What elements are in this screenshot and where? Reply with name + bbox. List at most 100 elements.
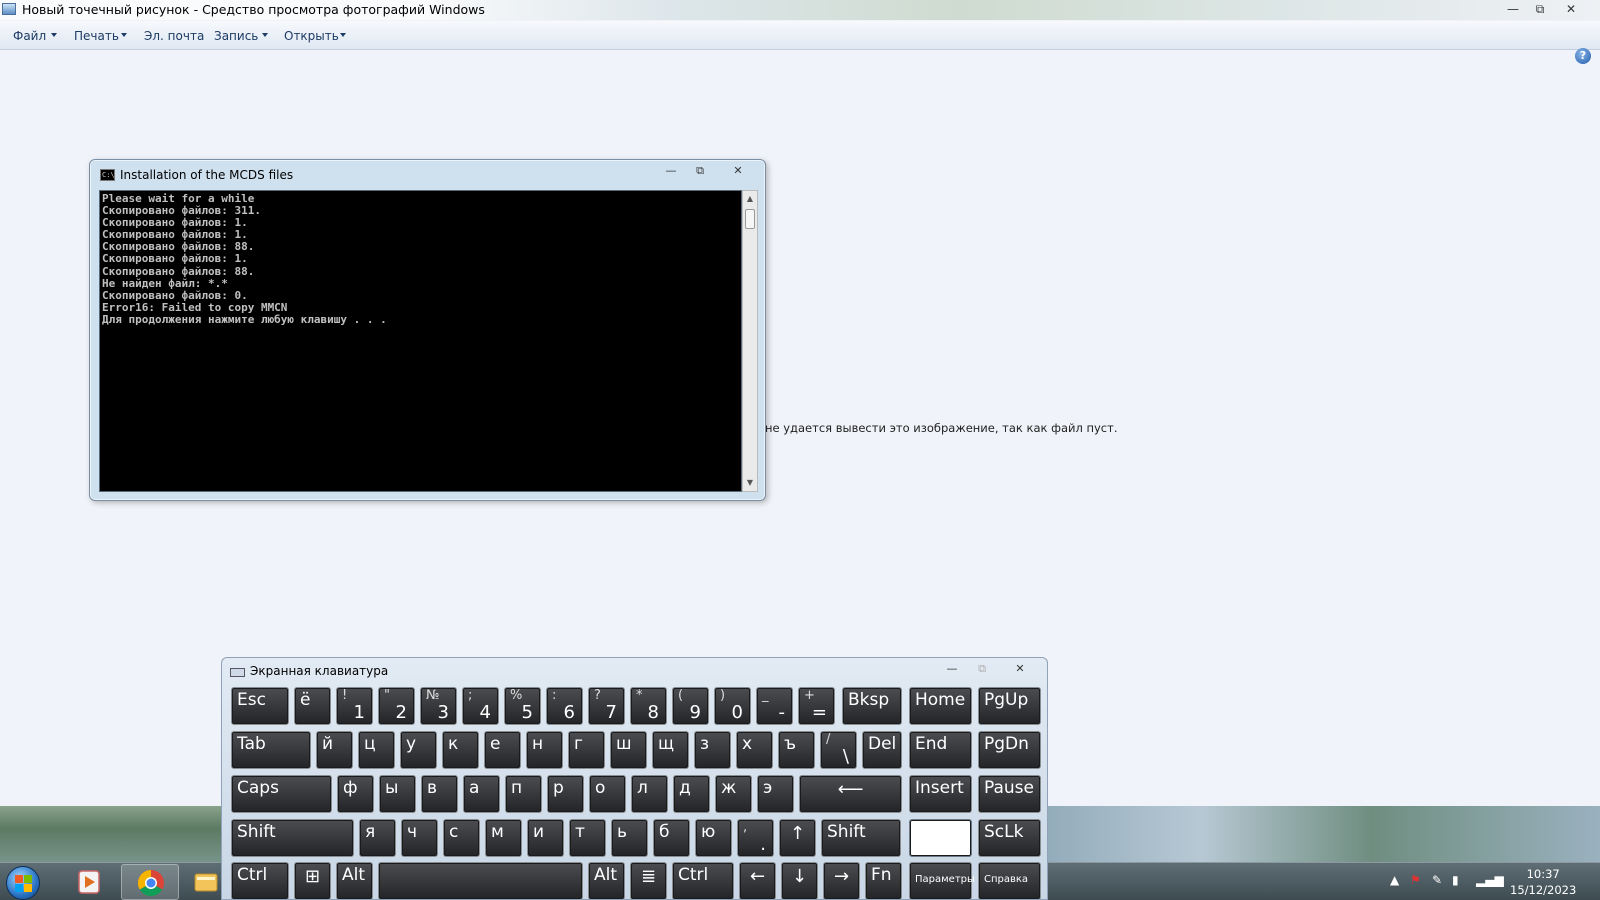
key-3[interactable]: № 3 [420,687,457,725]
chevron-down-icon[interactable] [262,33,268,37]
arrow-up-key[interactable]: ↑ [779,819,816,857]
start-icon[interactable] [6,866,40,900]
arrow-right-key[interactable]: → [823,862,860,899]
key-ь[interactable]: ь [611,819,648,857]
key-м[interactable]: м [485,819,522,857]
tab-key[interactable]: Tab [231,731,311,769]
key-ф[interactable]: ф [337,775,374,813]
key-ч[interactable]: ч [401,819,438,857]
caps-key[interactable]: Caps [231,775,332,813]
space-key[interactable] [378,862,583,899]
close-button[interactable]: ✕ [1556,0,1586,18]
network-pen-icon[interactable]: ✎ [1432,873,1442,887]
key-.[interactable]: ,. [737,819,774,857]
alt-key[interactable]: Alt [588,862,625,899]
key-з[interactable]: з [694,731,731,769]
key-у[interactable]: у [400,731,437,769]
key-0[interactable]: ) 0 [714,687,751,725]
console-output[interactable]: Please wait for a while Скопировано файл… [99,190,742,492]
key-п[interactable]: п [505,775,542,813]
key-е[interactable]: е [484,731,521,769]
scroll-up-icon[interactable]: ▲ [743,191,757,207]
minimize-button[interactable]: — [1500,0,1526,18]
fn-key[interactable]: Fn [865,862,902,899]
key-о[interactable]: о [589,775,626,813]
help-key[interactable]: Справка [978,862,1041,899]
insert-key[interactable]: Insert [909,775,972,813]
flag-icon[interactable]: ⚑ [1410,873,1421,887]
menu-burn[interactable]: Запись [214,29,258,43]
console-minimize-button[interactable]: — [657,162,685,180]
scroll-thumb[interactable] [745,209,755,229]
scroll-down-icon[interactable]: ▼ [743,475,757,491]
home-key[interactable]: Home [909,687,972,725]
chevron-down-icon[interactable] [340,33,346,37]
key-к[interactable]: к [442,731,479,769]
key-ы[interactable]: ы [379,775,416,813]
scroll-lock-key[interactable]: ScLk [978,819,1041,857]
key-4[interactable]: ; 4 [462,687,499,725]
key-9[interactable]: (9 [672,687,709,725]
ctrl-key[interactable]: Ctrl [672,862,734,899]
signal-icon[interactable]: ▂▄▆ [1476,873,1504,887]
key-2[interactable]: " 2 [378,687,415,725]
menu-email[interactable]: Эл. почта [144,29,204,43]
power-icon[interactable]: ▮ [1452,873,1459,887]
menu-file[interactable]: Файл [13,29,46,43]
key-й[interactable]: й [316,731,353,769]
windows-key[interactable]: ⊞ [294,862,331,899]
key-л[interactable]: л [631,775,668,813]
key-1[interactable]: ! 1 [336,687,373,725]
key-с[interactable]: с [443,819,480,857]
options-key[interactable]: Параметры [909,862,975,899]
osk-restore-button[interactable]: ⧉ [968,660,996,678]
key-ж[interactable]: ж [715,775,752,813]
key-б[interactable]: б [653,819,690,857]
arrow-left-key[interactable]: ← [739,862,776,899]
media-player-icon[interactable] [66,864,112,900]
key-8[interactable]: * 8 [630,687,667,725]
restore-button[interactable]: ⧉ [1527,0,1553,18]
key-т[interactable]: т [569,819,606,857]
key-ъ[interactable]: ъ [778,731,815,769]
shift-key[interactable]: Shift [821,819,901,857]
chevron-down-icon[interactable] [51,33,57,37]
key-х[interactable]: х [736,731,773,769]
shift-key[interactable]: Shift [231,819,354,857]
help-icon[interactable]: ? [1575,48,1591,64]
key-ш[interactable]: ш [610,731,647,769]
key-э[interactable]: э [757,775,794,813]
key-а[interactable]: а [463,775,500,813]
esc-key[interactable]: Esc [231,687,289,725]
arrow-down-key[interactable]: ↓ [781,862,818,899]
tray-overflow-icon[interactable]: ▲ [1390,873,1399,887]
osk-minimize-button[interactable]: — [938,660,966,678]
key-и[interactable]: и [527,819,564,857]
key-в[interactable]: в [421,775,458,813]
enter-key[interactable]: ⟵ [799,775,902,813]
chrome-icon[interactable] [121,864,179,900]
key-н[interactable]: н [526,731,563,769]
menu-key[interactable]: ≣ [630,862,667,899]
key-6[interactable]: :6 [546,687,583,725]
key-7[interactable]: ? 7 [588,687,625,725]
osk-close-button[interactable]: ✕ [1002,660,1038,678]
pgdn-key[interactable]: PgDn [978,731,1041,769]
key-ю[interactable]: ю [695,819,732,857]
ctrl-key[interactable]: Ctrl [231,862,289,899]
console-close-button[interactable]: ✕ [720,162,756,180]
console-window[interactable]: C:\ Installation of the MCDS files — ⧉ ✕… [89,159,766,501]
pgup-key[interactable]: PgUp [978,687,1041,725]
key--[interactable]: _ - [756,687,793,725]
menu-print[interactable]: Печать [74,29,119,43]
key-ё[interactable]: ё [294,687,331,725]
key-щ[interactable]: щ [652,731,689,769]
key-=[interactable]: + = [798,687,835,725]
end-key[interactable]: End [909,731,972,769]
chevron-down-icon[interactable] [121,33,127,37]
key-5[interactable]: % 5 [504,687,541,725]
key-я[interactable]: я [359,819,396,857]
clock[interactable]: 10:37 15/12/2023 [1510,866,1576,898]
console-scrollbar[interactable]: ▲ ▼ [742,190,758,492]
pause-key[interactable]: Pause [978,775,1041,813]
